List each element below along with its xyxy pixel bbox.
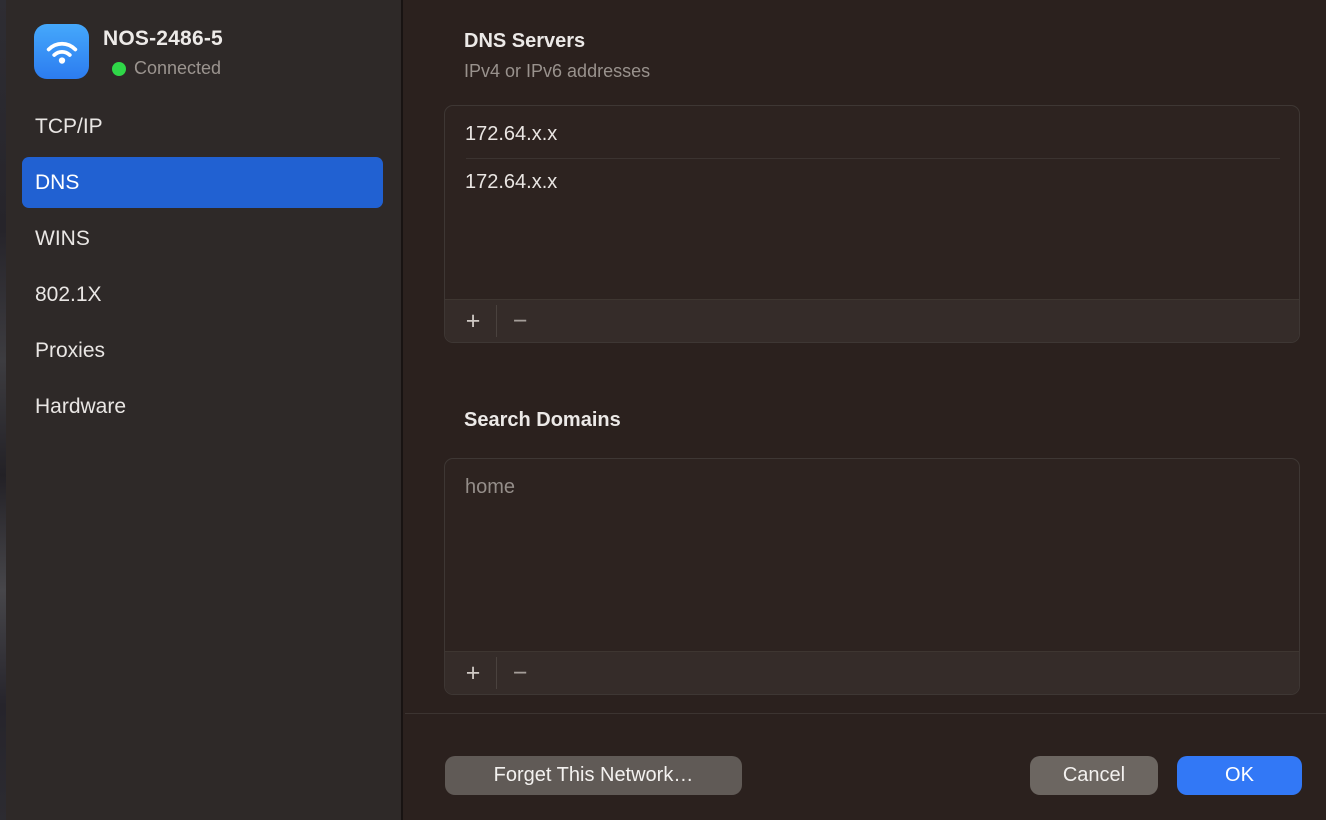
sidebar-item-label: Hardware — [35, 395, 126, 419]
sidebar-item-label: 802.1X — [35, 283, 102, 307]
search-domain-entry[interactable]: home — [445, 464, 1299, 511]
sidebar-nav: TCP/IP DNS WINS 802.1X Proxies Hardware — [22, 101, 383, 437]
control-separator — [496, 305, 497, 337]
sidebar-item-hardware[interactable]: Hardware — [22, 381, 383, 432]
search-domains-listbox: home + − — [444, 458, 1300, 695]
sidebar-item-label: DNS — [35, 171, 79, 195]
sidebar-item-tcpip[interactable]: TCP/IP — [22, 101, 383, 152]
search-domains-list-controls: + − — [445, 651, 1299, 694]
remove-search-domain-button[interactable]: − — [500, 652, 540, 695]
wifi-icon-glyph — [43, 33, 81, 71]
search-domains-rows: home — [445, 459, 1299, 651]
wifi-details-sheet: NOS-2486-5 Connected TCP/IP DNS WINS 802… — [0, 0, 1326, 820]
sidebar: NOS-2486-5 Connected TCP/IP DNS WINS 802… — [6, 0, 403, 820]
add-dns-server-button[interactable]: + — [453, 300, 493, 343]
forget-network-button[interactable]: Forget This Network… — [445, 756, 742, 795]
connection-status: Connected — [112, 58, 221, 79]
dns-servers-subtitle: IPv4 or IPv6 addresses — [464, 61, 650, 82]
dns-server-entry[interactable]: 172.64.x.x — [445, 111, 1299, 158]
ok-button[interactable]: OK — [1177, 756, 1302, 795]
dns-server-value: 172.64.x.x — [465, 123, 557, 146]
sidebar-item-label: TCP/IP — [35, 115, 103, 139]
dns-servers-rows: 172.64.x.x 172.64.x.x — [445, 106, 1299, 299]
sidebar-item-8021x[interactable]: 802.1X — [22, 269, 383, 320]
connected-dot-icon — [112, 62, 126, 76]
search-domain-value: home — [465, 476, 515, 499]
dns-servers-title: DNS Servers — [464, 30, 585, 53]
connection-status-label: Connected — [134, 58, 221, 79]
sidebar-item-label: Proxies — [35, 339, 105, 363]
network-name: NOS-2486-5 — [103, 27, 223, 51]
cancel-button[interactable]: Cancel — [1030, 756, 1158, 795]
dns-servers-list-controls: + − — [445, 299, 1299, 342]
dns-pane: DNS Servers IPv4 or IPv6 addresses 172.6… — [405, 0, 1326, 820]
add-search-domain-button[interactable]: + — [453, 652, 493, 695]
dns-server-value: 172.64.x.x — [465, 171, 557, 194]
sidebar-item-proxies[interactable]: Proxies — [22, 325, 383, 376]
footer-divider — [405, 713, 1326, 714]
remove-dns-server-button[interactable]: − — [500, 300, 540, 343]
wifi-icon — [34, 24, 89, 79]
sidebar-item-dns[interactable]: DNS — [22, 157, 383, 208]
search-domains-title: Search Domains — [464, 409, 621, 432]
sidebar-item-wins[interactable]: WINS — [22, 213, 383, 264]
control-separator — [496, 657, 497, 689]
sidebar-item-label: WINS — [35, 227, 90, 251]
dns-server-entry[interactable]: 172.64.x.x — [445, 159, 1299, 206]
dns-servers-listbox: 172.64.x.x 172.64.x.x + − — [444, 105, 1300, 343]
